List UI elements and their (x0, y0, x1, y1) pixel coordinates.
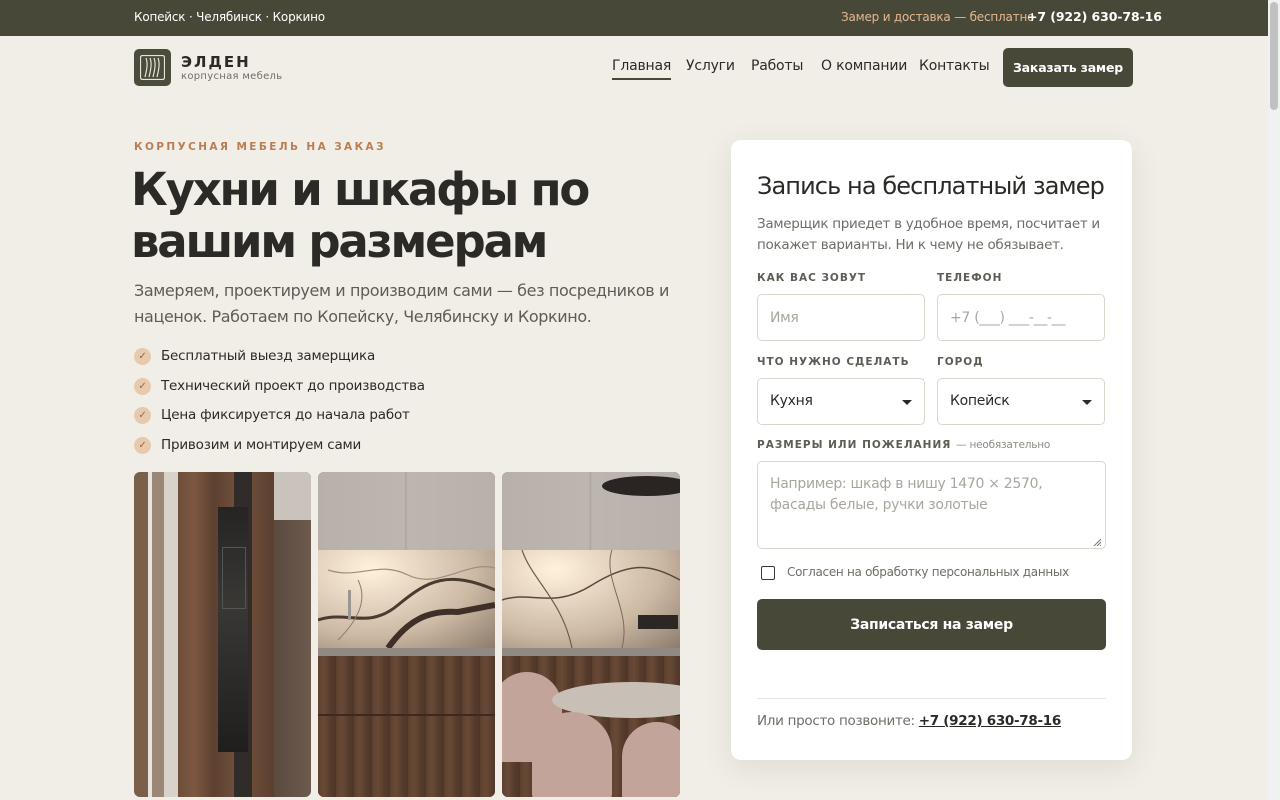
consent-label: Согласен на обработку персональных данны… (787, 565, 1069, 579)
free-measure-promo: Замер и доставка — бесплатно (841, 10, 1035, 24)
task-select[interactable]: Кухня (757, 378, 925, 425)
scrollbar-thumb[interactable] (1270, 2, 1278, 110)
benefit-text: Цена фиксируется до начала работ (161, 407, 410, 423)
kitchen-photo-dining (502, 472, 680, 797)
notes-textarea[interactable] (757, 461, 1106, 549)
name-label: КАК ВАС ЗОВУТ (757, 272, 867, 284)
nav-item-services[interactable]: Услуги (686, 58, 735, 74)
marble-backsplash (502, 550, 680, 648)
resize-handle-icon[interactable] (1093, 538, 1101, 546)
name-input[interactable] (757, 294, 925, 341)
phone-label: ТЕЛЕФОН (937, 272, 1003, 284)
submit-button[interactable]: Записаться на замер (757, 599, 1106, 650)
notes-label-text: РАЗМЕРЫ ИЛИ ПОЖЕЛАНИЯ (757, 439, 952, 451)
benefit-item: ✓ Технический проект до производства (134, 376, 425, 406)
task-selected-value: Кухня (770, 393, 813, 409)
topbar-phone-link[interactable]: +7 (922) 630-78-16 (1027, 9, 1162, 24)
call-prompt: Или просто позвоните: +7 (922) 630-78-16 (757, 713, 1061, 729)
lower-cabinets (318, 656, 495, 797)
benefit-text: Технический проект до производства (161, 377, 425, 394)
benefit-item: ✓ Цена фиксируется до начала работ (134, 405, 425, 435)
task-label: ЧТО НУЖНО СДЕЛАТЬ (757, 356, 910, 368)
city-select[interactable]: Копейск (937, 378, 1105, 425)
benefit-text: Привозим и монтируем сами (161, 436, 362, 453)
check-icon: ✓ (134, 377, 151, 395)
hero-lead: Замеряем, проектируем и производим сами … (134, 281, 670, 326)
order-measure-button[interactable]: Заказать замер (1003, 48, 1133, 87)
top-bar: Копейск · Челябинск · Коркино Замер и до… (0, 0, 1268, 36)
chevron-down-icon (902, 400, 912, 405)
logo-icon[interactable] (134, 49, 171, 86)
countertop (318, 648, 495, 656)
form-subtitle: Замерщик приедет в удобное время, посчит… (757, 216, 1100, 253)
divider (757, 698, 1106, 699)
notes-label: РАЗМЕРЫ ИЛИ ПОЖЕЛАНИЯ — необязательно (757, 439, 1050, 451)
nav-item-home[interactable]: Главная (612, 58, 671, 80)
kitchen-photo-backsplash (318, 472, 495, 797)
measure-request-form: Запись на бесплатный замер Замерщик прие… (731, 140, 1132, 760)
city-selected-value: Копейск (950, 393, 1010, 409)
form-title: Запись на бесплатный замер (757, 172, 1105, 200)
nav-item-about[interactable]: О компании (821, 58, 907, 74)
benefits-list: ✓ Бесплатный выезд замерщика ✓ Технический… (134, 346, 425, 464)
logo-mark-icon (140, 55, 165, 80)
service-cities: Копейск · Челябинск · Коркино (134, 10, 325, 24)
upper-cabinet (274, 472, 311, 520)
call-phone-link[interactable]: +7 (922) 630-78-16 (919, 713, 1061, 729)
consent-checkbox[interactable] (761, 566, 775, 580)
countertop (502, 648, 680, 656)
city-label: ГОРОД (937, 356, 984, 368)
chair (622, 722, 680, 797)
built-in-oven (218, 507, 248, 752)
upper-cabinets (318, 472, 495, 550)
brand-name: ЭЛДЕН (181, 53, 251, 71)
check-icon: ✓ (134, 348, 151, 365)
brand-tagline: корпусная мебель (181, 71, 283, 82)
nav-item-contacts[interactable]: Контакты (919, 58, 990, 74)
benefit-item: ✓ Привозим и монтируем сами (134, 435, 425, 465)
benefit-item: ✓ Бесплатный выезд замерщика (134, 346, 425, 376)
hero-eyebrow: КОРПУСНАЯ МЕБЕЛЬ НА ЗАКАЗ (134, 141, 386, 153)
chair (532, 712, 612, 797)
hero-title: Кухни и шкафы по вашим размерам (131, 163, 590, 268)
phone-input[interactable] (937, 294, 1105, 341)
check-icon: ✓ (134, 436, 151, 454)
check-icon: ✓ (134, 407, 151, 424)
kitchen-photo-wardrobe (134, 472, 311, 797)
nav-item-works[interactable]: Работы (751, 58, 803, 74)
notes-optional-hint: — необязательно (956, 439, 1051, 451)
scrollbar[interactable] (1268, 0, 1280, 800)
chevron-down-icon (1082, 400, 1092, 405)
marble-backsplash (318, 550, 495, 648)
benefit-text: Бесплатный выезд замерщика (161, 348, 376, 364)
call-text: Или просто позвоните: (757, 713, 915, 729)
